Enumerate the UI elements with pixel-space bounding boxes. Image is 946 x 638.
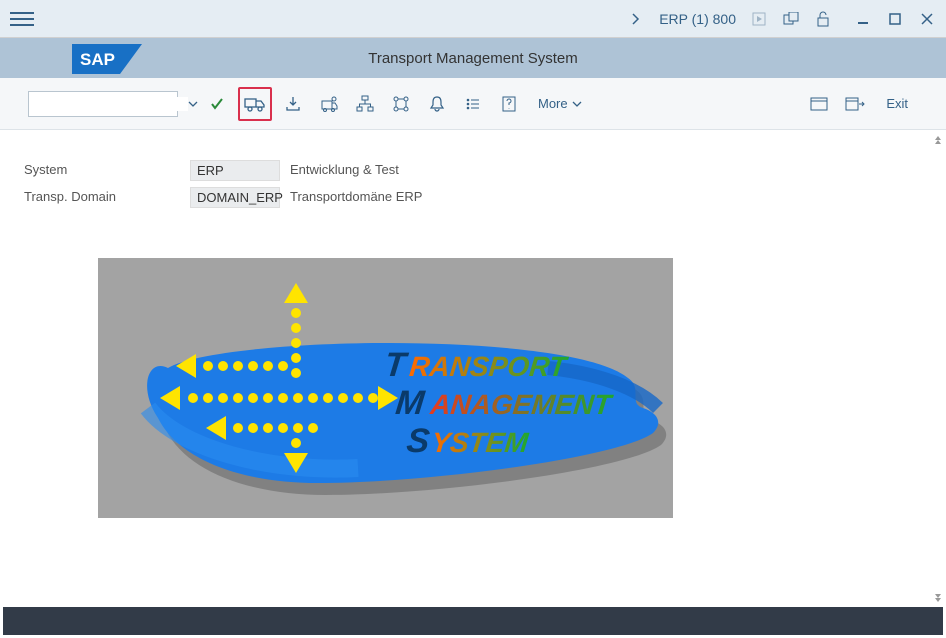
scroll-down-icon[interactable]: [933, 592, 943, 604]
scroll-up-icon[interactable]: [933, 134, 943, 146]
minimize-icon[interactable]: [854, 10, 872, 28]
status-bar: [3, 607, 943, 635]
svg-text:SAP: SAP: [80, 50, 115, 69]
hierarchy-icon[interactable]: [350, 89, 380, 119]
svg-text:RANSPORT: RANSPORT: [408, 351, 571, 382]
new-session-icon[interactable]: [782, 10, 800, 28]
system-label: System: [20, 160, 190, 181]
svg-text:S: S: [405, 422, 432, 460]
menu-icon[interactable]: [10, 7, 34, 31]
system-desc: Entwicklung & Test: [280, 160, 926, 181]
more-label: More: [538, 96, 568, 111]
chevron-down-icon[interactable]: [188, 100, 198, 108]
chevron-down-icon: [572, 100, 582, 108]
close-icon[interactable]: [918, 10, 936, 28]
sap-logo: SAP: [72, 44, 142, 74]
exit-window-icon[interactable]: [840, 89, 870, 119]
organize-icon[interactable]: [386, 89, 416, 119]
help-icon[interactable]: [494, 89, 524, 119]
exit-button[interactable]: Exit: [876, 96, 918, 111]
chevron-right-icon[interactable]: [627, 10, 645, 28]
command-input[interactable]: [33, 97, 188, 111]
more-button[interactable]: More: [530, 96, 590, 111]
command-field[interactable]: [28, 91, 178, 117]
list-icon[interactable]: [458, 89, 488, 119]
new-window-icon[interactable]: [804, 89, 834, 119]
svg-text:ANAGEMENT: ANAGEMENT: [428, 389, 615, 420]
truck-icon[interactable]: [238, 87, 272, 121]
unlock-icon[interactable]: [814, 10, 832, 28]
import-icon[interactable]: [278, 89, 308, 119]
system-value: ERP: [190, 160, 280, 181]
bell-icon[interactable]: [422, 89, 452, 119]
title-bar: SAP Transport Management System: [0, 38, 946, 78]
window-bar: ERP (1) 800: [0, 0, 946, 38]
info-table: System ERP Entwicklung & Test Transp. Do…: [20, 160, 926, 208]
scrollbar[interactable]: [933, 130, 943, 608]
domain-value: DOMAIN_ERP: [190, 187, 280, 208]
save-icon[interactable]: [202, 89, 232, 119]
svg-text:YSTEM: YSTEM: [430, 427, 530, 458]
domain-desc: Transportdomäne ERP: [280, 187, 926, 208]
maximize-icon[interactable]: [886, 10, 904, 28]
transport-tool-icon[interactable]: [314, 89, 344, 119]
content-area: System ERP Entwicklung & Test Transp. Do…: [0, 130, 946, 608]
toolbar: More Exit: [0, 78, 946, 130]
page-title: Transport Management System: [72, 50, 946, 67]
domain-label: Transp. Domain: [20, 187, 190, 208]
session-label: ERP (1) 800: [659, 11, 736, 27]
play-icon[interactable]: [750, 10, 768, 28]
svg-text:M: M: [394, 384, 427, 422]
tms-graphic: T RANSPORT M ANAGEMENT S YSTEM: [98, 258, 673, 518]
